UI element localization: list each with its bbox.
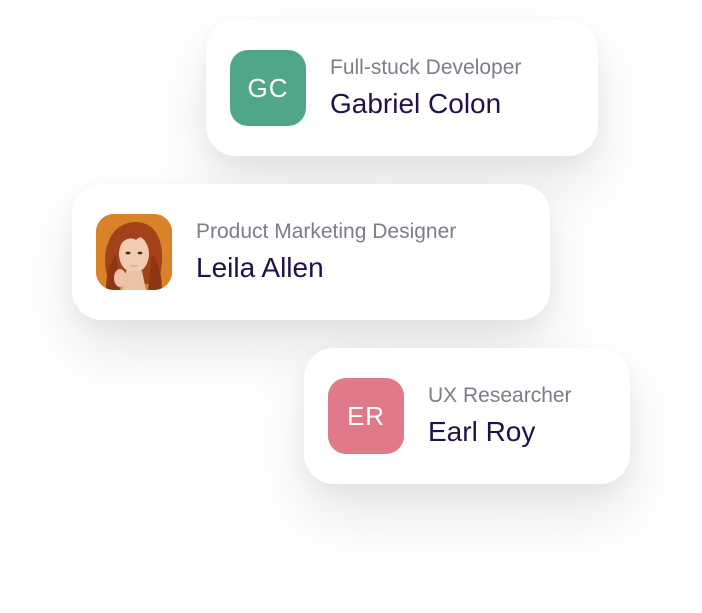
avatar-initials: GC	[230, 50, 306, 126]
profile-card-gabriel-colon[interactable]: GC Full-stuck Developer Gabriel Colon	[206, 20, 598, 156]
avatar-initials: ER	[328, 378, 404, 454]
profile-info: Product Marketing Designer Leila Allen	[196, 219, 456, 285]
person-name: Gabriel Colon	[330, 88, 502, 119]
portrait-image	[96, 214, 172, 290]
profile-card-leila-allen[interactable]: Product Marketing Designer Leila Allen	[72, 184, 550, 320]
person-name: Earl Roy	[428, 416, 536, 447]
role-label: Product Marketing Designer	[196, 220, 457, 243]
profile-info: UX Researcher Earl Roy	[428, 383, 572, 449]
profile-card-earl-roy[interactable]: ER UX Researcher Earl Roy	[304, 348, 630, 484]
person-name: Leila Allen	[196, 252, 324, 283]
avatar-photo	[96, 214, 172, 290]
role-label: Full-stuck Developer	[330, 56, 522, 79]
profile-info: Full-stuck Developer Gabriel Colon	[330, 55, 521, 121]
role-label: UX Researcher	[428, 384, 572, 407]
